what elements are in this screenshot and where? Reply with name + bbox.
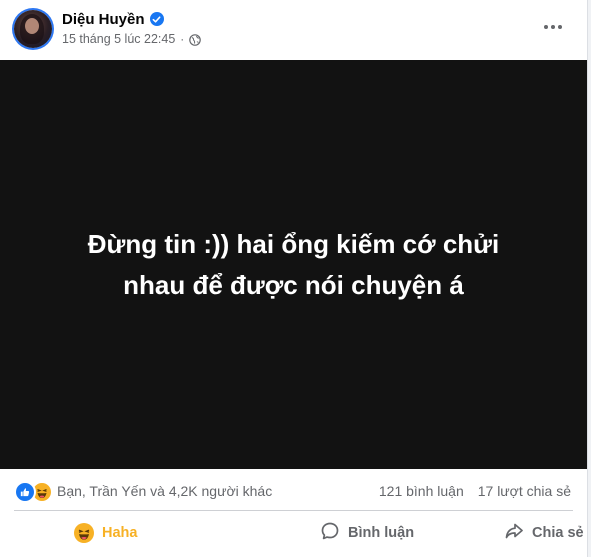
more-dot-icon bbox=[544, 25, 548, 29]
post-image-text: Đừng tin :)) hai ổng kiếm cớ chửi nhau đ… bbox=[34, 224, 554, 306]
reactors-summary[interactable]: Bạn, Trần Yến và 4,2K người khác bbox=[57, 483, 272, 499]
reaction-label: Haha bbox=[102, 525, 138, 541]
share-label: Chia sẻ bbox=[532, 525, 584, 541]
post-timestamp[interactable]: 15 tháng 5 lúc 22:45 bbox=[62, 32, 175, 46]
comment-bubble-icon bbox=[320, 521, 340, 545]
share-count[interactable]: 17 lượt chia sẻ bbox=[478, 483, 571, 499]
engagement-counts: 121 bình luận 17 lượt chia sẻ bbox=[379, 483, 571, 499]
post-meta: 15 tháng 5 lúc 22:45 · bbox=[62, 31, 202, 47]
share-button[interactable]: Chia sẻ bbox=[432, 512, 587, 554]
post-actions: Haha Bình luận Chia sẻ bbox=[0, 512, 587, 554]
avatar-face bbox=[25, 18, 39, 34]
haha-icon bbox=[74, 523, 94, 543]
more-dot-icon bbox=[551, 25, 555, 29]
like-reaction-icon bbox=[14, 481, 36, 503]
post-image[interactable]: Đừng tin :)) hai ổng kiếm cớ chửi nhau đ… bbox=[0, 60, 587, 469]
author-row: Diệu Huyền bbox=[62, 9, 164, 29]
globe-icon[interactable] bbox=[189, 33, 202, 46]
reaction-icons[interactable] bbox=[14, 481, 53, 503]
comment-label: Bình luận bbox=[348, 525, 415, 541]
post-stats: Bạn, Trần Yến và 4,2K người khác 121 bìn… bbox=[0, 472, 587, 510]
verified-badge-icon bbox=[149, 12, 164, 26]
meta-separator: · bbox=[180, 32, 185, 46]
author-avatar[interactable] bbox=[14, 10, 52, 48]
comment-count[interactable]: 121 bình luận bbox=[379, 483, 464, 499]
image-text-line-1: Đừng tin :)) hai ổng kiếm cớ chửi bbox=[87, 228, 500, 259]
more-options-button[interactable] bbox=[536, 12, 570, 42]
comment-button[interactable]: Bình luận bbox=[242, 512, 432, 554]
share-arrow-icon bbox=[504, 521, 524, 545]
more-dot-icon bbox=[558, 25, 562, 29]
post-header: Diệu Huyền 15 tháng 5 lúc 22:45 · bbox=[0, 0, 587, 60]
reaction-button[interactable]: Haha bbox=[0, 512, 242, 554]
post-card: Diệu Huyền 15 tháng 5 lúc 22:45 · Đừng t… bbox=[0, 0, 588, 557]
author-name[interactable]: Diệu Huyền bbox=[62, 11, 145, 28]
stats-divider bbox=[14, 510, 573, 511]
image-text-line-2: nhau để được nói chuyện á bbox=[123, 269, 464, 300]
